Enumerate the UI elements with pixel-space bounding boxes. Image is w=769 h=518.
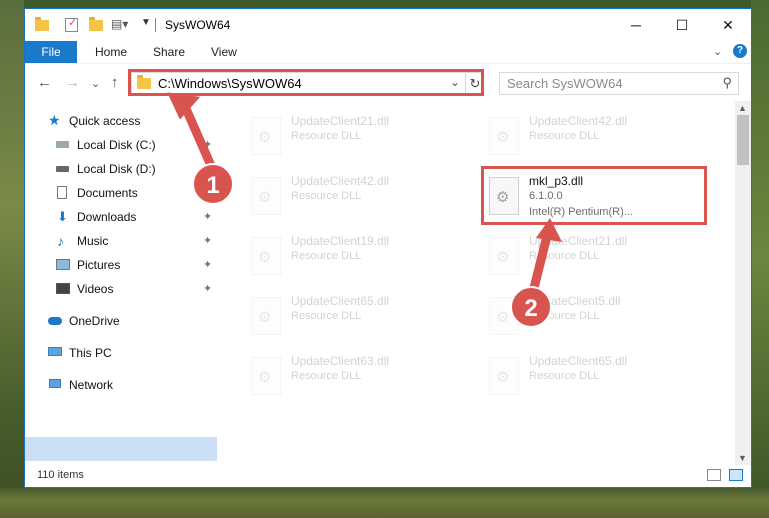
step-1-badge: 1 bbox=[192, 163, 234, 205]
step-2-badge: 2 bbox=[510, 286, 552, 328]
arrow-head-step-2 bbox=[536, 218, 562, 242]
annotation-arrows bbox=[167, 92, 562, 301]
arrow-step-1 bbox=[179, 99, 217, 173]
